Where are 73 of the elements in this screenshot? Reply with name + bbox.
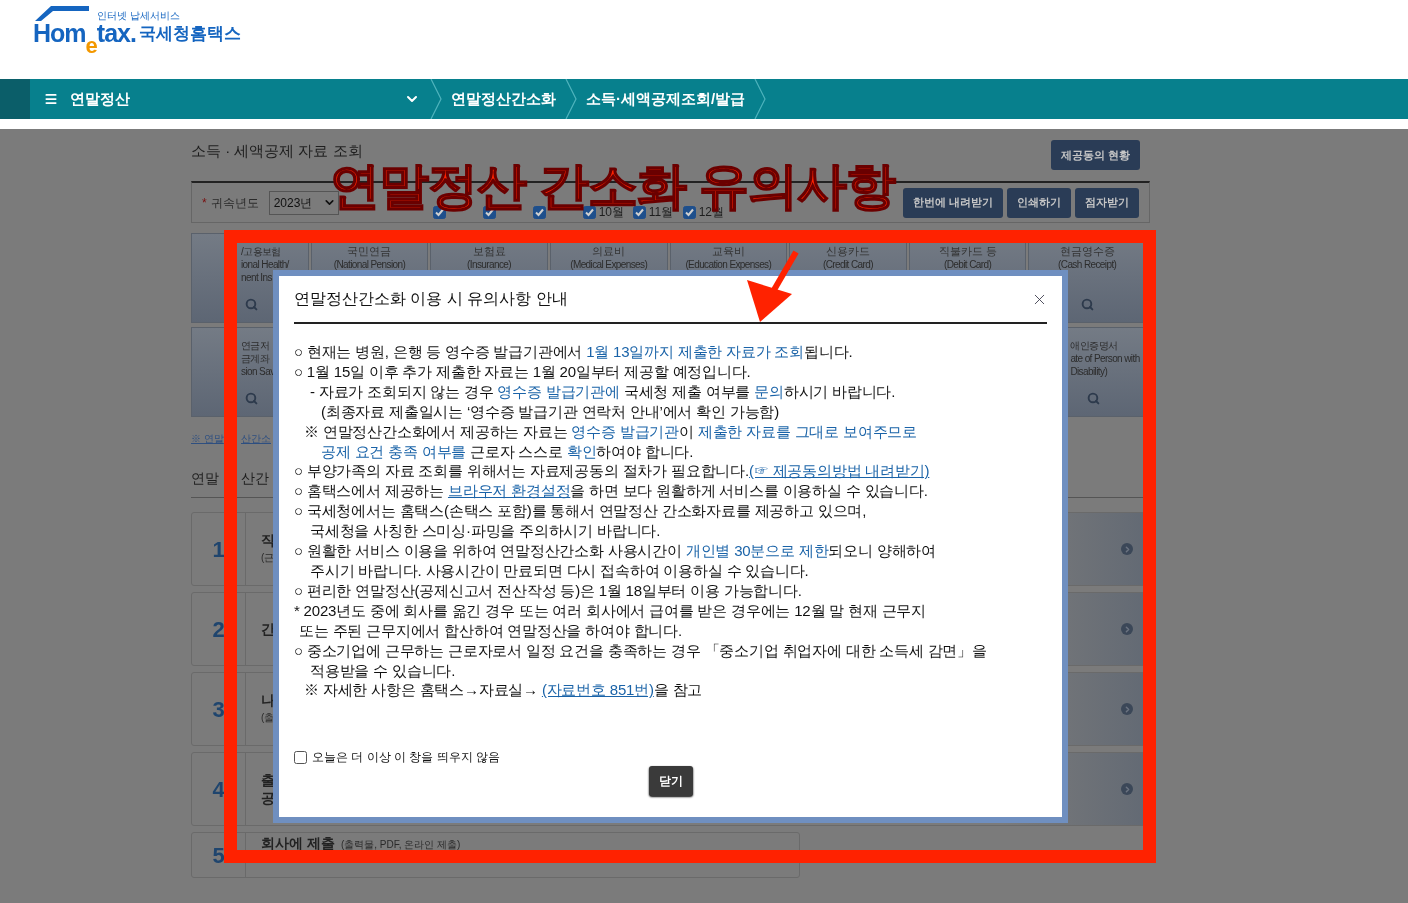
tile-label: Disability) [1070,365,1108,378]
tile-label: /고용보험 [241,245,281,258]
year-select[interactable]: 2023년 [268,190,339,215]
tile-label: 교육비 [711,245,745,258]
tile-label: (Education Expenses) [685,258,772,271]
checkbox-label: 오늘은 더 이상 이 창을 띄우지 않음 [312,749,500,767]
tile-label: (National Pension) [333,258,406,271]
step-title: 공 [261,789,275,807]
tile-label: 직불카드 등 [938,245,997,258]
tile-label: (Cash Receipt) [1058,258,1117,271]
step-number: 4 [192,753,246,825]
tile-label: 의료비 [592,245,626,258]
tile-label: 신용카드 [825,245,870,258]
section-title: 산간 [241,469,269,488]
page-title: 소득 · 세액공제 자료 조회 [191,143,363,159]
step-subtitle: (출력물, PDF, 온라인 제출) [340,838,461,852]
tile-label: 보험료 [472,245,506,258]
notice-line: ○ 국세청에서는 홈택스(손택스 포함)를 통해서 연말정산 간소화자료를 제공하고 있으며, [294,501,868,522]
notice-link[interactable]: 브라우저 환경설정 [447,482,571,500]
notice-line: - 자료가 조회되지 않는 경우 영수증 발급기관에 국세청 제출 여부를 문의하시기 바랍니다. [309,381,897,402]
tile-label: 애인증명서 [1070,339,1118,352]
tile-label: (Insurance) [467,258,512,271]
step-title: 직 [261,531,275,549]
logo-tagline: 인터넷 납세서비스 [97,11,180,21]
step-number: 1 [192,513,246,585]
step-subtitle: (근 [261,551,275,565]
tile-label: 국민연금 [347,245,392,258]
notice-line: * 2023년도 중에 회사를 옮긴 경우 또는 여러 회사에서 급여를 받은 경우에는 12월 말 현재 근무지 [294,600,927,621]
menu-dropdown[interactable]: 연말정산 [30,79,430,119]
action-button[interactable]: 한번에 내려받기 [902,187,1003,218]
notice-link[interactable]: (☞ 제공동의방법 내려받기) [749,462,930,480]
step-subtitle: (출 [261,711,275,725]
notice-line: ○ 중소기업에 근무하는 근로자로서 일정 요건을 충족하는 경우 「중소기업 취업자에 대한 소득세 감면」을 [294,640,988,661]
tile-label: (Medical Expenses) [570,258,648,271]
step-title: 나 [261,691,275,709]
notice-line: ○ 편리한 연말정산(공제신고서 전산작성 등)은 1월 18일부터 이용 가능합니다. [294,580,803,601]
notice-line: 국세청을 사칭한 스미싱·파밍을 주의하시기 바랍니다. [309,521,662,542]
step-number: 5 [192,833,246,877]
tile-label: ional Health/ [241,258,289,271]
close-button[interactable]: 닫기 [648,766,693,797]
section-title: 연말 [191,469,219,488]
notice-line: ○ 원활한 서비스 이용을 위하여 연말정산간소화 사용시간이 개인별 30분으로 제한되오니 양해하여 [294,541,938,561]
step-number: 3 [192,673,246,745]
notice-line: ○ 홈택스에서 제공하는 브라우저 환경설정을 하면 보다 원활하게 서비스를 이용하실 수 있습니다. [294,481,929,502]
breadcrumb-link[interactable]: 연말정산간소화 [442,87,565,111]
notice-line: (최종자료 제출일시는 ‘영수증 발급기관 연락처 안내’에서 확인 가능함) [320,401,781,422]
required-mark: * [202,194,207,212]
year-label: 귀속년도 [210,194,259,212]
tile-label: (Debit Card) [943,258,992,271]
action-button[interactable]: 점자받기 [1075,187,1139,218]
consent-status-button[interactable]: 제공동의 현황 [1050,140,1140,170]
logo-name: 국세청홈택스 [138,23,241,45]
notice-line: ※ 자세한 사항은 홈택스→자료실→ (자료번호 851번)을 참고 [303,680,704,701]
notice-line: 또는 주된 근무지에서 합산하여 연말정산을 하여야 합니다. [298,620,683,641]
tile-label: ate of Person with [1070,352,1140,365]
logo-wordmark[interactable]: Hom$_{e}$tax. [33,20,136,59]
tile-label: 현금영수증 [1059,245,1115,258]
tile-label: (Credit Card) [822,258,873,271]
step-number: 2 [192,593,246,665]
tile-label: 연금저 [241,339,270,352]
notice-line: ○ 부양가족의 자료 조회를 위해서는 자료제공동의 절차가 필요합니다.(☞ 제공동의방법 내려받기) [294,461,931,482]
notice-line: 주시기 바랍니다. 사용시간이 만료되면 다시 접속하여 이용하실 수 있습니다. [309,560,810,581]
tile-label: 금계좌 [241,352,270,365]
notice-line: 공제 요건 충족 여부를 근로자 스스로 확인하여야 합니다. [320,441,695,462]
notice-line: ※ 연말정산간소화에서 제공하는 자료는 영수증 발급기관이 제출한 자료를 그대로 보여주므로 [303,421,918,442]
step-title: 간 [261,620,275,638]
step-title: 출 [261,771,275,789]
notice-link[interactable]: (자료번호 851번) [541,681,654,699]
notice-line: 적용받을 수 있습니다. [309,660,457,681]
breadcrumb-link[interactable]: 소득·세액공제조회/발급 [577,87,755,111]
step-title: 회사에 제출 [261,834,335,852]
tile-label: nent Ins [241,271,272,284]
action-button[interactable]: 인쇄하기 [1007,187,1071,218]
